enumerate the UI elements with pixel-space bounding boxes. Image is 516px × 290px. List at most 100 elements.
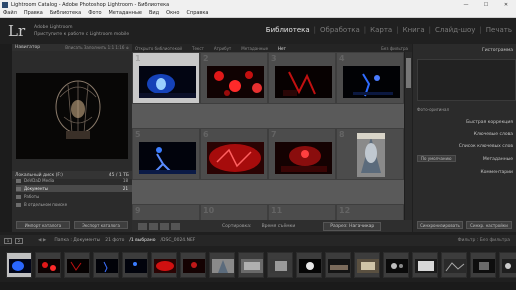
main-window-button[interactable]: 1 — [4, 237, 12, 244]
filter-none[interactable]: Нет — [278, 46, 286, 51]
filmstrip-thumb[interactable] — [238, 252, 264, 278]
navigator-header[interactable]: Навигатор Вписать Заполнить 1:1 1:16 ≑ — [12, 44, 132, 51]
grid-cell[interactable]: 11 — [268, 204, 336, 220]
photo-thumbnail — [343, 66, 400, 98]
comments-title: Комментарии — [480, 169, 513, 175]
grid-cell[interactable]: 4 — [336, 52, 404, 104]
folder-item[interactable]: Работы — [16, 193, 132, 200]
grid-cell[interactable]: 3 — [268, 52, 336, 104]
comments-header[interactable]: Комментарии — [413, 168, 516, 176]
keyword-list-header[interactable]: Список ключевых слов — [413, 142, 516, 150]
filmstrip-thumb[interactable] — [470, 252, 496, 278]
navigator-zoom-options[interactable]: Вписать Заполнить 1:1 1:16 ≑ — [65, 45, 129, 50]
nav-arrows-icon[interactable]: ◀ ▶ — [38, 238, 46, 243]
loupe-view-icon[interactable] — [149, 222, 158, 230]
photo-image — [139, 66, 196, 98]
filter-metadata[interactable]: Метаданные — [241, 46, 268, 51]
identity-line2[interactable]: Приступите к работе с Lightroom mobile — [34, 31, 129, 38]
filter-attribute[interactable]: Атрибут — [214, 46, 231, 51]
menu-help[interactable]: Справка — [186, 10, 208, 16]
filmstrip-thumb[interactable] — [35, 252, 61, 278]
filter-preset[interactable]: Без фильтра — [381, 46, 408, 51]
folder-icon — [16, 202, 21, 207]
menu-photo[interactable]: Фото — [88, 10, 101, 16]
filmstrip-thumb[interactable] — [354, 252, 380, 278]
filmstrip-thumb[interactable] — [64, 252, 90, 278]
navigator-preview[interactable] — [16, 73, 128, 159]
menu-library[interactable]: Библиотека — [50, 10, 81, 16]
module-develop[interactable]: Обработка — [316, 26, 364, 34]
source-path[interactable]: Папка : Документы — [54, 238, 100, 243]
photo-image — [275, 66, 332, 98]
filmstrip-thumb[interactable] — [499, 252, 516, 278]
grid-cell[interactable]: 5 — [132, 128, 200, 180]
compare-view-icon[interactable] — [160, 222, 169, 230]
filter-text[interactable]: Текст — [192, 46, 204, 51]
grid-cell[interactable]: 2 — [200, 52, 268, 104]
sync-button[interactable]: Синхронизировать — [417, 221, 463, 229]
grid-cell[interactable]: 12 — [336, 204, 404, 220]
filmstrip-thumb[interactable] — [383, 252, 409, 278]
quick-develop-header[interactable]: Быстрая коррекция — [413, 118, 516, 126]
sort-label: Сортировка: — [222, 223, 252, 229]
menu-edit[interactable]: Правка — [24, 10, 43, 16]
grid-cell[interactable]: 6 — [200, 128, 268, 180]
grid-cell[interactable]: 8 — [336, 128, 404, 180]
folder-item[interactable]: В отдельном поиске — [16, 201, 132, 208]
menu-view[interactable]: Вид — [149, 10, 159, 16]
filmstrip-thumb[interactable] — [209, 252, 235, 278]
minimize-button[interactable]: — — [456, 0, 476, 9]
original-photo-row[interactable]: Фото-оригинал — [417, 106, 516, 113]
toolbar-dropdown[interactable]: Разрез: Нагачикар — [323, 221, 382, 231]
module-map[interactable]: Карта — [366, 26, 396, 34]
library-filter-bar: Открыто библиотекой Текст Атрибут Метада… — [132, 44, 412, 52]
second-window-button[interactable]: 2 — [15, 237, 23, 244]
left-panel-toggle[interactable] — [0, 44, 12, 232]
sort-value[interactable]: Время съёмки — [262, 224, 296, 229]
grid-cell[interactable]: 1 — [132, 52, 200, 104]
filmstrip-image — [67, 259, 89, 273]
module-book[interactable]: Книга — [399, 26, 429, 34]
keywording-header[interactable]: Ключевые слова — [413, 130, 516, 138]
filmstrip-thumb[interactable] — [441, 252, 467, 278]
filmstrip-thumb[interactable] — [180, 252, 206, 278]
sync-settings-button[interactable]: Синхр. настройки — [466, 221, 512, 229]
module-slideshow[interactable]: Слайд-шоу — [431, 26, 479, 34]
grid-view-icon[interactable] — [138, 222, 147, 230]
metadata-header[interactable]: Метаданные — [413, 155, 516, 163]
filmstrip-thumb[interactable] — [122, 252, 148, 278]
filmstrip-thumb[interactable] — [325, 252, 351, 278]
photo-thumbnail — [275, 66, 332, 98]
histogram-header[interactable]: Гистограмма — [413, 46, 516, 54]
module-library[interactable]: Библиотека — [262, 26, 314, 34]
folder-label: Документы — [24, 186, 48, 191]
photo-thumbnail — [207, 142, 264, 174]
filmstrip-thumb[interactable] — [412, 252, 438, 278]
module-print[interactable]: Печать — [482, 26, 516, 34]
filmstrip-thumb[interactable] — [6, 252, 32, 278]
survey-view-icon[interactable] — [171, 222, 180, 230]
menu-file[interactable]: Файл — [3, 10, 17, 16]
close-button[interactable]: ✕ — [496, 0, 516, 9]
filmstrip-filter[interactable]: Фильтр : Без фильтра — [458, 238, 510, 243]
filmstrip-thumb[interactable] — [151, 252, 177, 278]
grid-cell[interactable]: 7 — [268, 128, 336, 180]
grid-scrollbar[interactable] — [405, 52, 412, 220]
scrollbar-thumb[interactable] — [406, 58, 411, 88]
folder-item-selected[interactable]: Документы 21 — [16, 185, 132, 192]
grid-cell[interactable]: 10 — [200, 204, 268, 220]
import-button[interactable]: Импорт каталога — [16, 221, 70, 229]
grid-cell[interactable]: 9 — [132, 204, 200, 220]
filter-title: Открыто библиотекой — [135, 45, 183, 51]
folder-item[interactable]: DeVDaD Media 18 — [16, 177, 132, 184]
filmstrip-thumb[interactable] — [267, 252, 293, 278]
identity-plate: Lr Adobe Lightroom Приступите к работе с… — [0, 18, 516, 44]
navigator-title: Навигатор — [15, 45, 41, 50]
menu-metadata[interactable]: Метаданные — [109, 10, 142, 16]
filmstrip-image — [299, 259, 321, 273]
filmstrip-thumb[interactable] — [296, 252, 322, 278]
menu-window[interactable]: Окно — [166, 10, 179, 16]
filmstrip-thumb[interactable] — [93, 252, 119, 278]
maximize-button[interactable]: ☐ — [476, 0, 496, 9]
export-button[interactable]: Экспорт каталога — [74, 221, 128, 229]
